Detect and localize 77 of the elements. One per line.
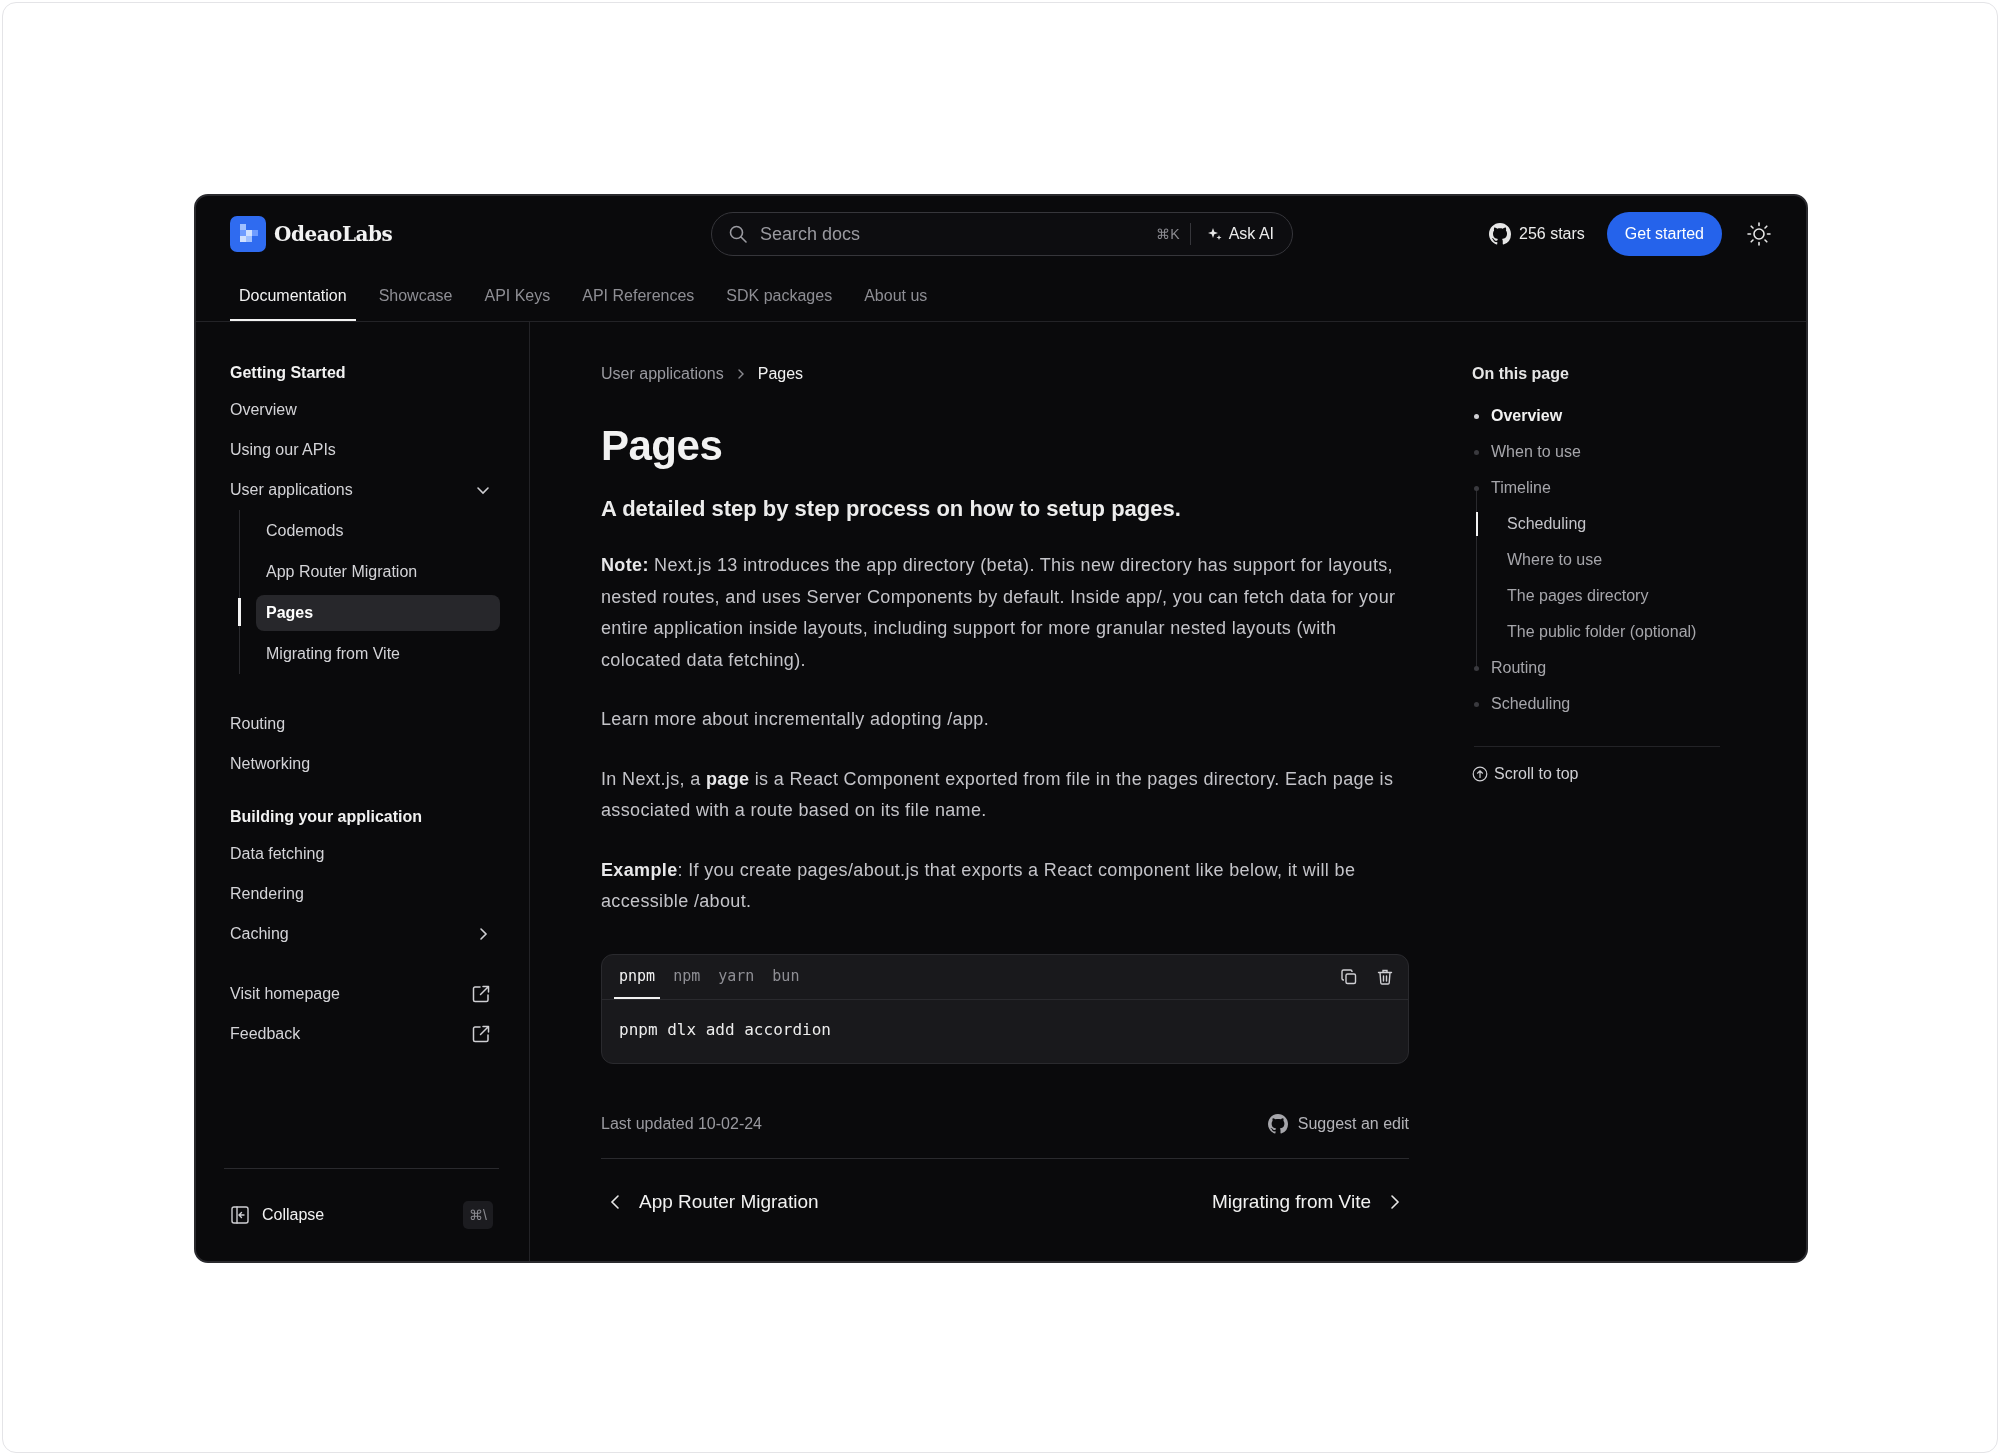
collapse-button[interactable]: Collapse — [230, 1205, 325, 1225]
page-subtitle: A detailed step by step process on how to setup pages. — [601, 496, 1182, 522]
breadcrumb-link[interactable]: Pages — [757, 365, 804, 383]
sidebar-link[interactable]: Feedback — [230, 1014, 501, 1054]
package-manager-tab[interactable]: pnpm — [614, 954, 661, 999]
nav-tab[interactable]: Showcase — [369, 272, 462, 321]
sidebar-subitem[interactable]: App Router Migration — [256, 553, 500, 590]
nav-tab[interactable]: SDK packages — [717, 272, 842, 321]
arrow-up-circle-icon — [1472, 766, 1488, 782]
get-started-button[interactable]: Get started — [1606, 212, 1722, 256]
sidebar-collapse-icon — [230, 1205, 250, 1225]
code-line: pnpm dlx add accordion — [618, 1018, 832, 1041]
toc-link[interactable]: Where to use — [1507, 551, 1603, 569]
toc-link[interactable]: Timeline — [1491, 479, 1551, 497]
toc-link[interactable]: The pages directory — [1507, 587, 1649, 605]
nav-tab[interactable]: Documentation — [230, 272, 356, 321]
body-paragraph: Learn more about incrementally adopting /app. — [601, 708, 990, 731]
sparkle-icon — [1206, 226, 1223, 242]
package-manager-tab[interactable]: bun — [767, 954, 805, 999]
sidebar-item[interactable]: Routing — [230, 704, 501, 744]
bullet-dot — [1474, 485, 1479, 491]
search-icon — [728, 224, 748, 244]
nav-tab[interactable]: API Keys — [475, 272, 560, 321]
sidebar-item[interactable]: User applications — [230, 481, 353, 499]
toc-heading: On this page — [1472, 364, 1570, 384]
suggest-edit-link[interactable]: Suggest an edit — [1267, 1113, 1409, 1134]
bullet-dot — [1474, 701, 1479, 707]
nav-tab[interactable]: About us — [855, 272, 937, 321]
logo-icon — [230, 216, 266, 252]
bullet-dot — [1474, 665, 1479, 671]
sidebar-subitem[interactable]: Codemods — [256, 512, 500, 549]
body-paragraph: Note: Next.js 13 introduces the app directory (beta). This new directory has support for layouts, nested routes, and uses Server Components by default. Inside app/, you can fetch data for your entire application inside layouts, including support for more granular nested layouts (with colocated data fetching). — [601, 554, 1397, 672]
last-updated-text: Last updated 10-02-24 — [601, 1114, 762, 1133]
toc-link[interactable]: Routing — [1491, 659, 1547, 677]
external-link-icon — [471, 1024, 491, 1044]
bullet-dot — [1474, 413, 1479, 419]
search-field[interactable]: Search docs ⌘K Ask AI — [711, 212, 1293, 256]
scroll-to-top-link[interactable]: Scroll to top — [1472, 765, 1732, 783]
previous-page-link[interactable]: App Router Migration — [601, 1190, 825, 1213]
sidebar-link[interactable]: Visit homepage — [230, 974, 501, 1014]
github-icon — [1489, 223, 1512, 245]
sidebar-item[interactable]: Rendering — [230, 874, 501, 914]
shortcut-hint: ⌘\ — [463, 1201, 493, 1229]
external-link-icon — [471, 984, 491, 1004]
next-page-link[interactable]: Migrating from Vite — [1205, 1190, 1409, 1213]
section-heading: Getting Started — [230, 363, 347, 383]
sidebar-item[interactable]: Caching — [230, 925, 289, 943]
brand-name[interactable]: OdeaoLabs — [274, 222, 393, 246]
sidebar-item[interactable]: Using our APIs — [230, 430, 501, 470]
sidebar-item[interactable]: Data fetching — [230, 834, 501, 874]
sidebar-subitem[interactable]: Pages — [256, 594, 500, 631]
copy-icon[interactable] — [1340, 967, 1358, 986]
body-paragraph: In Next.js, a page is a React Component exported from file in the pages directory. Each page is associated with a route based on its file name. — [601, 767, 1395, 822]
breadcrumb-link[interactable]: User applications — [601, 365, 724, 383]
shortcut-hint: ⌘K — [1156, 226, 1180, 242]
sidebar-item[interactable]: Networking — [230, 744, 501, 784]
page-title: Pages — [601, 422, 724, 470]
nav-tab[interactable]: API References — [573, 272, 704, 321]
github-stars-link[interactable]: 256 stars — [1489, 223, 1585, 245]
active-indicator — [1476, 512, 1478, 536]
toc-link[interactable]: Overview — [1491, 407, 1563, 425]
active-indicator — [238, 598, 241, 626]
github-icon — [1267, 1113, 1288, 1134]
sidebar-subitem[interactable]: Migrating from Vite — [256, 635, 500, 672]
package-manager-tab[interactable]: yarn — [713, 954, 760, 999]
sun-icon[interactable] — [1746, 221, 1772, 247]
toc-link[interactable]: The public folder (optional) — [1507, 623, 1697, 641]
section-heading: Building your application — [230, 807, 423, 827]
trash-icon[interactable] — [1376, 967, 1394, 986]
ask-ai-button[interactable]: Ask AI — [1200, 221, 1280, 247]
body-paragraph: Example: If you create pages/about.js that exports a React component like below, it will be accessible /about. — [601, 858, 1357, 913]
toc-link[interactable]: Scheduling — [1491, 695, 1571, 713]
sidebar-item[interactable]: Overview — [230, 390, 501, 430]
toc-link[interactable]: When to use — [1491, 443, 1581, 461]
package-manager-tab[interactable]: npm — [668, 954, 706, 999]
toc-link[interactable]: Scheduling — [1507, 515, 1587, 533]
bullet-dot — [1474, 449, 1479, 455]
